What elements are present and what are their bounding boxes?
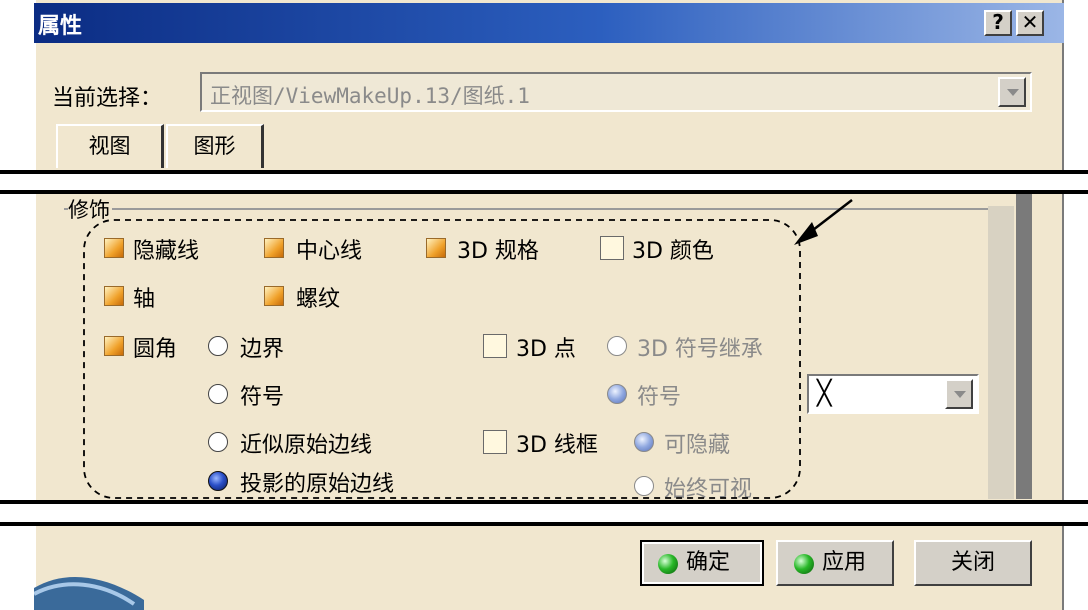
green-light-icon xyxy=(658,554,678,574)
annotation-arrowhead xyxy=(794,222,818,245)
ok-button[interactable]: 确定 xyxy=(640,540,764,586)
annotation-dashed-outline xyxy=(83,219,801,499)
cut-line xyxy=(0,500,1088,504)
corner-graphic xyxy=(34,576,144,610)
green-light-icon xyxy=(794,554,814,574)
apply-button[interactable]: 应用 xyxy=(776,540,894,586)
cut-line xyxy=(0,522,1088,526)
apply-button-label: 应用 xyxy=(822,550,867,575)
close-button[interactable]: 关闭 xyxy=(914,540,1032,586)
ok-button-label: 确定 xyxy=(686,550,731,575)
corner-graphic-shape xyxy=(34,576,144,610)
